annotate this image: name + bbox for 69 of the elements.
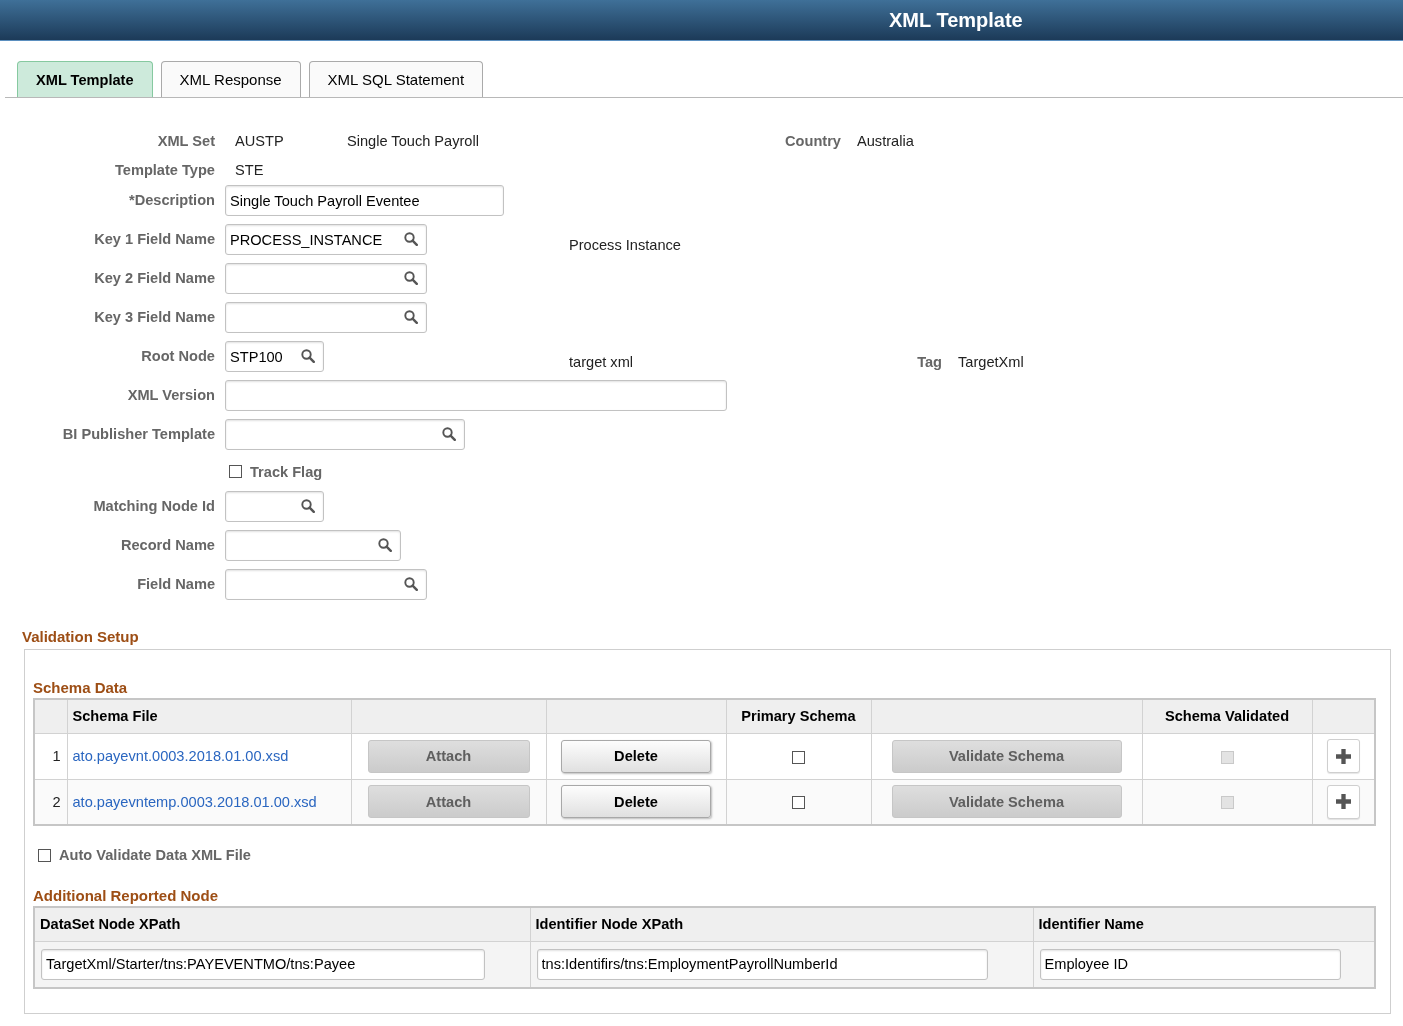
field-label: *Description	[128, 191, 215, 210]
field-label: Matching Node Id	[92, 497, 215, 516]
lookup-field[interactable]	[225, 491, 324, 522]
column-header: DataSet Node XPath	[34, 907, 530, 941]
add-row-button[interactable]	[1326, 784, 1360, 819]
field-label: Key 1 Field Name	[93, 230, 215, 249]
description-text: target xml	[569, 353, 635, 372]
field-label: Record Name	[119, 536, 215, 555]
field-value: STE	[234, 161, 265, 180]
field-label: Root Node	[140, 347, 215, 366]
text-field[interactable]	[225, 380, 727, 411]
field-label: Country	[784, 132, 841, 151]
delete-button[interactable]: Delete	[561, 739, 711, 773]
field-label: Template Type	[113, 161, 215, 180]
plus-icon	[1335, 794, 1351, 810]
search-icon[interactable]	[404, 232, 418, 246]
page-title: XML Template	[889, 8, 1023, 32]
field-value: AUSTP	[234, 132, 285, 151]
checkbox[interactable]	[792, 750, 805, 764]
lookup-field[interactable]: STP100	[225, 341, 324, 372]
lookup-field[interactable]: PROCESS_INSTANCE	[225, 224, 427, 255]
lookup-field[interactable]	[225, 419, 465, 450]
search-icon[interactable]	[404, 271, 418, 285]
search-icon[interactable]	[378, 538, 392, 552]
text-field[interactable]: Employee ID	[1039, 948, 1341, 980]
section-heading: Additional Reported Node	[33, 886, 218, 906]
column-header: Schema File	[67, 699, 351, 733]
checkbox-label: Auto Validate Data XML File	[59, 847, 251, 863]
tab[interactable]: XML SQL Statement	[308, 61, 484, 97]
lookup-field[interactable]	[225, 302, 427, 333]
tab[interactable]: XML Template	[17, 61, 153, 97]
field-label: Field Name	[136, 575, 215, 594]
lookup-field[interactable]	[225, 569, 427, 600]
field-label: BI Publisher Template	[61, 425, 215, 444]
field-value: TargetXml	[957, 353, 1025, 372]
section-heading: Validation Setup	[22, 627, 139, 647]
delete-button[interactable]: Delete	[561, 785, 711, 819]
text-field[interactable]: TargetXml/Starter/tns:PAYEVENTMO/tns:Payee	[41, 948, 485, 980]
row-number: 1	[34, 733, 67, 779]
field-label: Key 3 Field Name	[93, 308, 215, 327]
column-header: Identifier Name	[1033, 907, 1375, 941]
lookup-field[interactable]	[225, 530, 401, 561]
description-text: Process Instance	[569, 236, 682, 255]
search-icon[interactable]	[442, 427, 456, 441]
checkbox[interactable]	[792, 796, 805, 810]
column-header: Identifier Node XPath	[530, 907, 1033, 941]
text-field[interactable]: Single Touch Payroll Eventee	[225, 185, 504, 216]
row-number: 2	[34, 779, 67, 825]
text-field[interactable]: tns:Identifirs/tns:EmploymentPayrollNumberId	[536, 948, 988, 980]
column-header: Primary Schema	[726, 699, 871, 733]
field-value: Australia	[856, 132, 915, 151]
field-label: Tag	[916, 353, 942, 372]
field-label: Key 2 Field Name	[93, 269, 215, 288]
column-header: Schema Validated	[1142, 699, 1312, 733]
search-icon[interactable]	[301, 349, 315, 363]
tab[interactable]: XML Response	[160, 61, 301, 97]
checkbox[interactable]	[229, 465, 242, 478]
checkbox-label: Track Flag	[250, 463, 323, 480]
field-label: XML Version	[126, 386, 215, 405]
add-row-button[interactable]	[1326, 739, 1360, 773]
search-icon[interactable]	[301, 499, 315, 513]
lookup-field[interactable]	[225, 263, 427, 294]
field-label: XML Set	[156, 132, 215, 151]
section-heading: Schema Data	[33, 678, 128, 698]
search-icon[interactable]	[404, 577, 418, 591]
search-icon[interactable]	[404, 310, 418, 324]
checkbox[interactable]	[38, 848, 51, 862]
description-text: Single Touch Payroll	[347, 132, 479, 151]
plus-icon	[1335, 748, 1351, 764]
